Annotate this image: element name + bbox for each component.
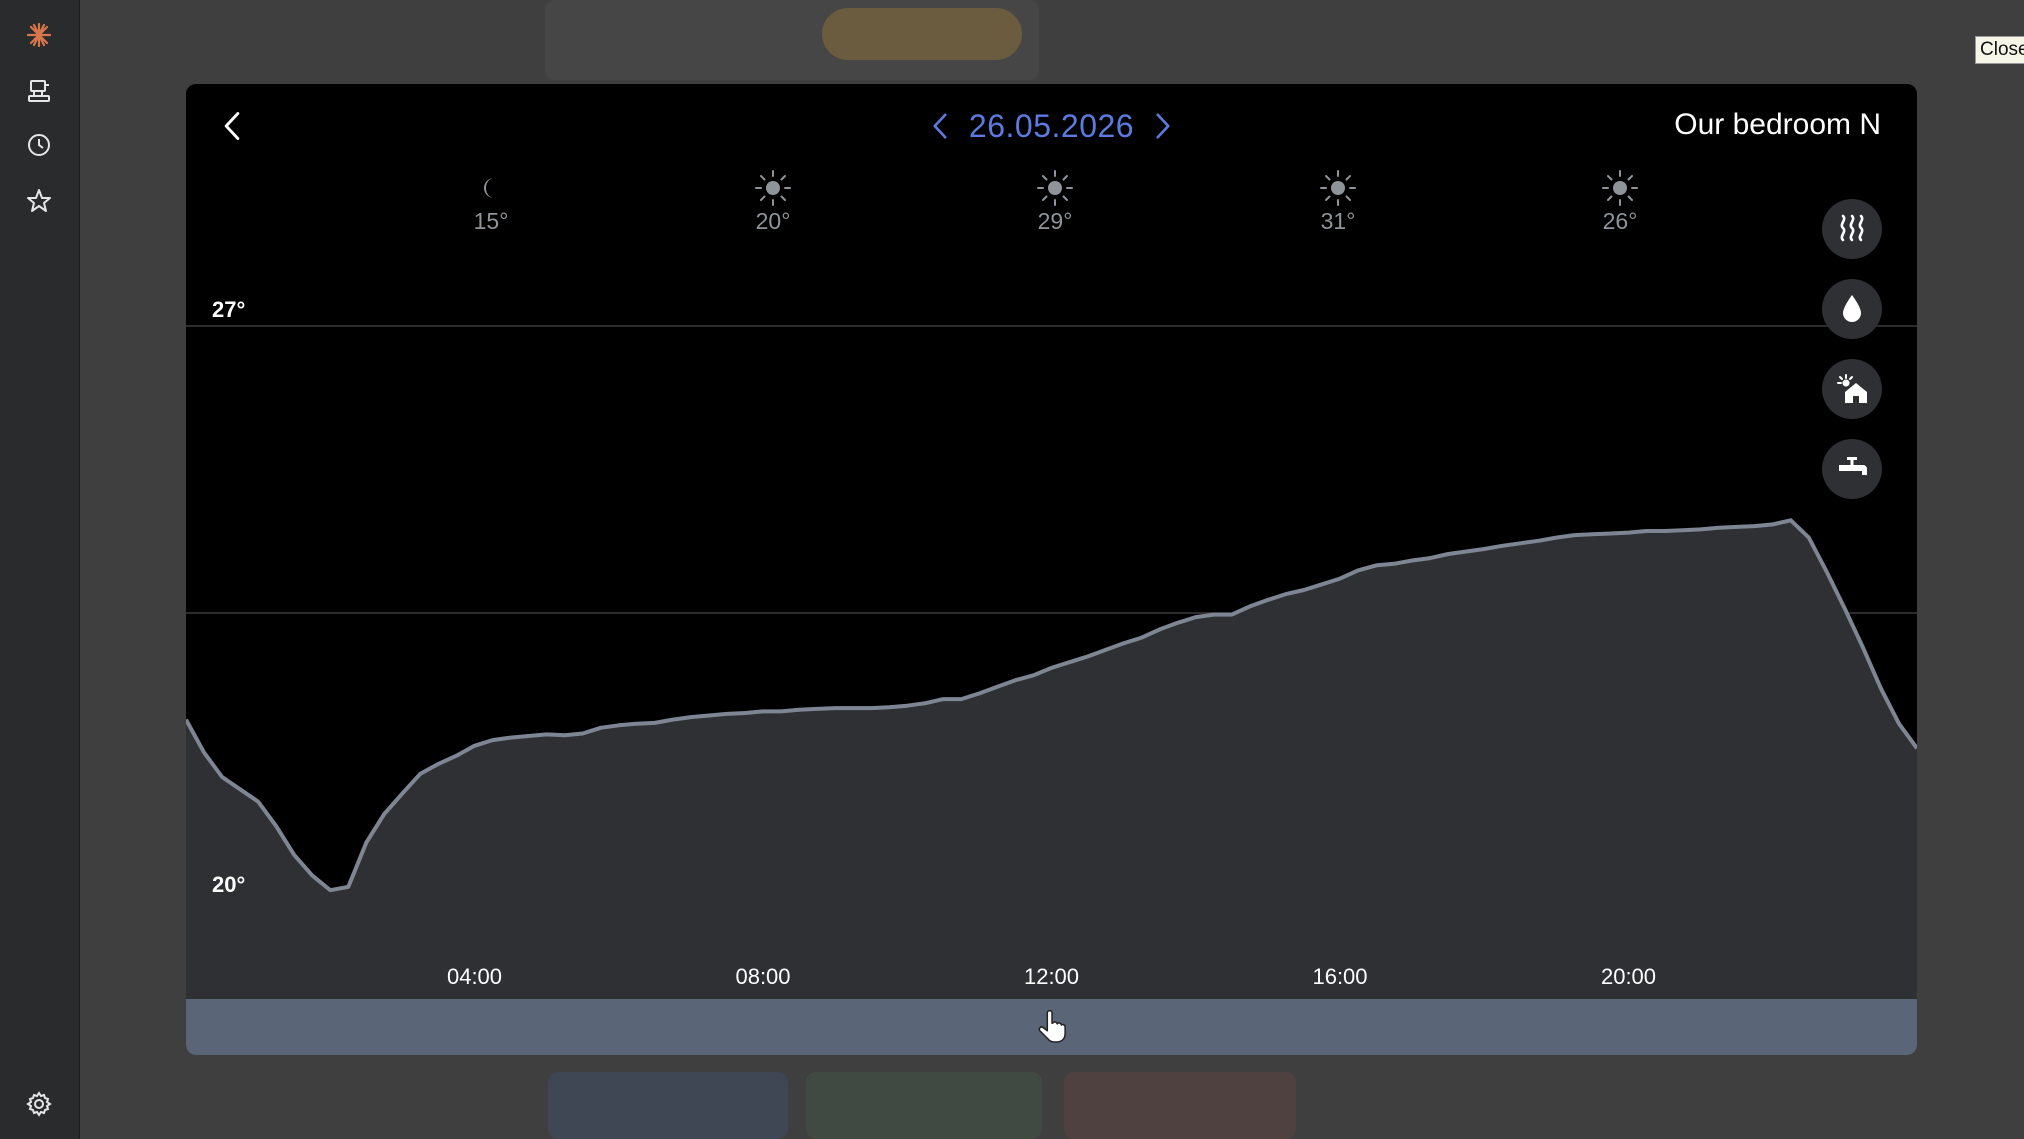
y-tick-label-max: 27°: [212, 297, 245, 322]
temperature-history-dialog: 26.05.2026 Our bedroom N 15° 20° 29° 31°…: [186, 84, 1917, 1055]
heating-icon: [1840, 214, 1864, 242]
outdoor-icon: [1837, 374, 1867, 403]
x-tick-label: 04:00: [447, 964, 502, 989]
hot-water-icon: [1839, 457, 1867, 475]
background-card-green: [806, 1072, 1042, 1139]
close-button[interactable]: Close: [1975, 36, 2024, 64]
x-tick-label: 20:00: [1601, 964, 1656, 989]
heating-button[interactable]: [1822, 199, 1882, 259]
background-card-red: [1064, 1072, 1296, 1139]
clock-icon[interactable]: [22, 128, 56, 162]
gear-icon[interactable]: [22, 1087, 56, 1121]
hot-water-button[interactable]: [1822, 439, 1882, 499]
temperature-chart: 27° 20° 04:00 08:00 12:00 16:00 20:00: [186, 297, 1917, 999]
star-icon[interactable]: [22, 184, 56, 218]
humidity-button[interactable]: [1822, 279, 1882, 339]
drag-handle-bar[interactable]: [186, 999, 1917, 1055]
background-card-blue: [548, 1072, 788, 1139]
background-button: [822, 8, 1022, 60]
devices-icon[interactable]: [22, 74, 56, 108]
outdoor-button[interactable]: [1822, 359, 1882, 419]
x-tick-label: 08:00: [735, 964, 790, 989]
x-tick-label: 16:00: [1312, 964, 1367, 989]
humidity-icon: [1843, 295, 1861, 322]
sun-logo-icon[interactable]: [22, 18, 56, 52]
sidebar: [0, 0, 80, 1139]
hand-pointer-icon: [1038, 1010, 1066, 1043]
x-tick-label: 12:00: [1024, 964, 1079, 989]
y-tick-label-min: 20°: [212, 872, 245, 897]
